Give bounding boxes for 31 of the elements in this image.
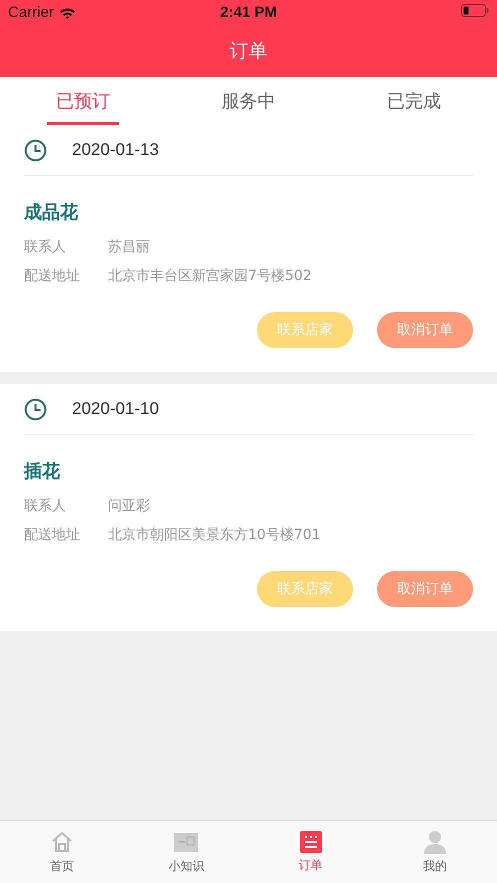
contact-name: 问亚彩 — [108, 496, 150, 514]
cancel-order-button[interactable]: 取消订单 — [377, 571, 473, 607]
field-label: 配送地址 — [24, 266, 81, 284]
status-time: 2:41 PM — [220, 4, 277, 21]
home-icon — [50, 830, 74, 854]
order-tab[interactable]: 已预订 — [0, 77, 166, 125]
person-icon — [422, 830, 447, 854]
order-list-icon — [300, 830, 322, 852]
product-name: 插花 — [24, 460, 60, 483]
field-label: 联系人 — [24, 496, 67, 514]
order-date: 2020-01-10 — [72, 399, 159, 419]
clock-icon — [24, 138, 47, 162]
contact-name: 苏昌丽 — [108, 238, 150, 256]
order-date: 2020-01-13 — [72, 140, 159, 160]
delivery-address: 北京市朝阳区美景东方10号楼701 — [108, 526, 321, 544]
tab-bar-item[interactable]: 我的 — [372, 821, 497, 883]
field-label: 联系人 — [24, 238, 67, 256]
product-name: 成品花 — [24, 201, 78, 224]
carrier-name: Carrier — [8, 4, 54, 21]
field-label: 配送地址 — [24, 526, 81, 544]
battery-icon — [461, 4, 489, 17]
tab-bar-item[interactable]: 订单 — [248, 821, 373, 883]
tab-bar-item[interactable]: 小知识 — [124, 821, 248, 883]
page-title: 订单 — [230, 39, 268, 64]
order-tab[interactable]: 已完成 — [331, 77, 497, 125]
tab-bar-item[interactable]: 首页 — [0, 821, 124, 883]
wifi-icon — [58, 6, 76, 18]
delivery-address: 北京市丰台区新宫家园7号楼502 — [108, 266, 312, 284]
order-tab[interactable]: 服务中 — [166, 77, 332, 125]
cancel-order-button[interactable]: 取消订单 — [377, 312, 473, 348]
clock-icon — [24, 398, 47, 420]
